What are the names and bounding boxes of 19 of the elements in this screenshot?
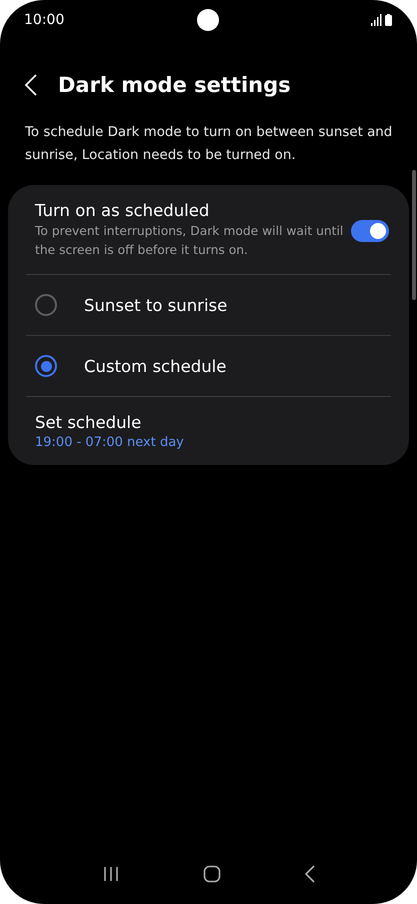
schedule-value: 19:00 - 07:00 next day (35, 435, 185, 450)
radio-button[interactable] (35, 294, 57, 316)
back-button[interactable] (24, 73, 38, 97)
camera-cutout (197, 9, 219, 31)
option-label[interactable]: Sunset to sunrise (84, 296, 228, 314)
toggle-label: Turn on as scheduled (35, 201, 210, 220)
recent-apps-button[interactable] (102, 865, 120, 883)
description-text: To schedule Dark mode to turn on between sunset and sunrise, Location needs to be turned on. (25, 124, 394, 165)
scrollbar[interactable] (412, 170, 416, 300)
radio-button[interactable] (35, 355, 57, 377)
home-button[interactable] (202, 865, 220, 883)
set-schedule-label[interactable]: Set schedule (35, 413, 391, 432)
status-time: 10:00 (24, 12, 64, 28)
status-icons (371, 14, 395, 26)
back-nav-button[interactable] (304, 865, 316, 883)
toggle-summary: To prevent interruptions, Dark mode will wait until the screen is off before it turns on. (35, 223, 344, 259)
page-title: Dark mode settings (58, 73, 291, 97)
schedule-switch[interactable] (351, 220, 389, 242)
option-label[interactable]: Custom schedule (84, 356, 226, 376)
